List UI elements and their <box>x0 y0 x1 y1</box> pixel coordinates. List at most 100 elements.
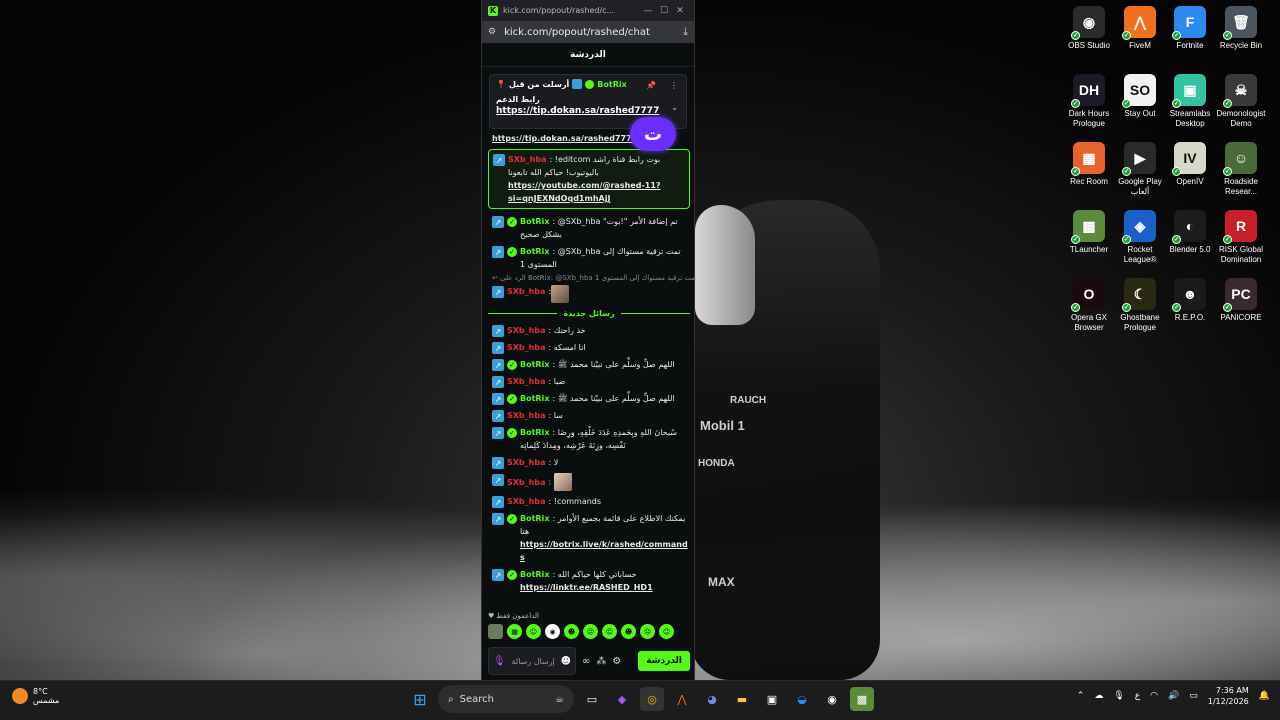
pinned-user[interactable]: BotRix <box>597 80 626 89</box>
emote-button[interactable] <box>488 624 503 639</box>
fivem-icon[interactable]: ⋀ <box>670 687 694 711</box>
desktop-icon[interactable]: ☺ ✓ Roadside Resear... <box>1215 142 1267 197</box>
desktop-icon[interactable]: ☻ ✓ R.E.P.O. <box>1164 278 1216 323</box>
message-user[interactable]: SXb_hba <box>507 478 545 487</box>
message-user[interactable]: SXb_hba <box>507 343 545 352</box>
desktop-icon[interactable]: ◐ ✓ Blender 5.0 <box>1164 210 1216 255</box>
desktop-icon[interactable]: O ✓ Opera GX Browser <box>1063 278 1115 333</box>
tlauncher-icon[interactable]: ▩ <box>850 687 874 711</box>
message-user[interactable]: BotRix <box>520 570 549 579</box>
emote-button[interactable]: ☺ <box>659 624 674 639</box>
chevron-up-icon[interactable]: ⌃ <box>1077 691 1085 701</box>
desktop-icon[interactable]: ☠ ✓ Demonologist Demo <box>1215 74 1267 129</box>
message-user[interactable]: SXb_hba <box>507 458 545 467</box>
message-link[interactable]: https://tip.dokan.sa/rashed7777 <box>492 134 637 143</box>
wifi-icon[interactable]: ◠ <box>1150 691 1158 701</box>
start-icon[interactable]: ⊞ <box>408 687 432 711</box>
desktop-icon[interactable]: ▶ ✓ Google Play ألعاب <box>1114 142 1166 197</box>
chat-message: ↗ SXb_hba: انا امسكه <box>482 339 696 356</box>
emote-button[interactable]: ☺ <box>602 624 617 639</box>
emote-button[interactable]: ☺ <box>526 624 541 639</box>
maximize-button[interactable]: ☐ <box>656 6 672 16</box>
emote-button[interactable]: ▦ <box>507 624 522 639</box>
message-user[interactable]: SXb_hba <box>507 497 545 506</box>
message-user[interactable]: SXb_hba <box>507 285 545 298</box>
message-user[interactable]: BotRix <box>520 360 549 369</box>
desktop-icon[interactable]: ◉ ✓ OBS Studio <box>1063 6 1115 51</box>
language-indicator[interactable]: ع <box>1135 691 1140 701</box>
volume-icon[interactable]: 🔊 <box>1168 691 1179 701</box>
tip-floating-button[interactable]: ت <box>630 117 676 151</box>
pinned-link[interactable]: https://tip.dokan.sa/rashed7777 <box>496 106 680 116</box>
desktop-icon-label: TLauncher <box>1069 245 1109 254</box>
message-user[interactable]: SXb_hba <box>507 326 545 335</box>
emote-button[interactable]: ☹ <box>583 624 598 639</box>
desktop-icon[interactable]: ▣ ✓ Streamlabs Desktop <box>1164 74 1216 129</box>
url-text[interactable]: kick.com/popout/rashed/chat <box>504 27 683 38</box>
message-link[interactable]: https://linktr.ee/RASHED_HD1 <box>520 583 653 592</box>
desktop-icon[interactable]: ◈ ✓ Rocket League® <box>1114 210 1166 265</box>
desktop-icon[interactable]: ▩ ✓ TLauncher <box>1063 210 1115 255</box>
desktop-icon[interactable]: ⋀ ✓ FiveM <box>1114 6 1166 51</box>
desktop-icon[interactable]: 🗑 ✓ Recycle Bin <box>1215 6 1267 51</box>
copilot-icon[interactable]: ◆ <box>610 687 634 711</box>
window-titlebar[interactable]: K kick.com/popout/rashed/c... — ☐ ✕ <box>482 0 694 21</box>
chrome-icon[interactable]: ◎ <box>640 687 664 711</box>
desktop-icon[interactable]: IV ✓ OpenIV <box>1164 142 1216 187</box>
minimize-button[interactable]: — <box>640 6 656 16</box>
weather-widget[interactable]: 8°C مشمس <box>12 687 59 705</box>
chevron-down-icon[interactable]: ⌄ <box>671 103 678 112</box>
discord-icon[interactable]: ◕ <box>700 687 724 711</box>
desktop-icon[interactable]: SO ✓ Stay Out <box>1114 74 1166 119</box>
message-user[interactable]: BotRix <box>520 514 549 523</box>
cloud-icon[interactable]: ☁ <box>1094 691 1103 701</box>
desktop-icon[interactable]: ☾ ✓ Ghostbane Prologue <box>1114 278 1166 333</box>
desktop-icon[interactable]: PC ✓ PANICORE <box>1215 278 1267 323</box>
search-box[interactable]: ⌕ Search ☕ <box>438 685 574 713</box>
message-user[interactable]: BotRix <box>520 217 549 226</box>
desktop-icon[interactable]: ▦ ✓ Rec Room <box>1063 142 1115 187</box>
message-user[interactable]: SXb_hba <box>508 155 546 164</box>
download-icon[interactable]: ⤓ <box>683 25 688 39</box>
more-options-icon[interactable]: ⋮ <box>670 81 678 90</box>
pin-icon[interactable]: 📌 <box>646 81 656 90</box>
message-user[interactable]: SXb_hba <box>507 377 545 386</box>
emote-button[interactable]: ☻ <box>564 624 579 639</box>
settings-icon[interactable]: ⚙ <box>612 656 621 667</box>
desktop-icon[interactable]: DH ✓ Dark Hours Prologue <box>1063 74 1115 129</box>
message-user[interactable]: BotRix <box>520 394 549 403</box>
message-user[interactable]: BotRix <box>520 428 549 437</box>
reply-preview[interactable]: ↩ الرد على BotRix: @SXb_hba تمت ترقية مس… <box>482 273 696 283</box>
message-user[interactable]: BotRix <box>520 247 549 256</box>
share-icon[interactable]: ⁂ <box>596 656 606 667</box>
send-chat-button[interactable]: الدردشة <box>638 651 690 671</box>
message-user[interactable]: SXb_hba <box>507 411 545 420</box>
desktop-icon-label: Google Play ألعاب <box>1118 177 1162 196</box>
clock[interactable]: 7:36 AM 1/12/2026 <box>1208 685 1249 707</box>
edge-icon[interactable]: ◒ <box>790 687 814 711</box>
message-link[interactable]: https://youtube.com/@rashed-11?si=qnJEXN… <box>508 181 661 203</box>
desktop-icon-label: Rec Room <box>1070 177 1108 186</box>
chat-message: ↗ ✓ BotRix: @SXb_hba تمت ترقية مستواك إل… <box>482 243 696 273</box>
battery-icon[interactable]: ▭ <box>1189 691 1198 701</box>
emote-button[interactable]: ◉ <box>545 624 560 639</box>
microphone-icon[interactable]: 🎙 <box>493 656 506 667</box>
address-bar[interactable]: ⚙ kick.com/popout/rashed/chat ⤓ <box>482 21 694 43</box>
message-link[interactable]: https://botrix.live/k/rashed/commands <box>520 540 688 562</box>
site-settings-icon[interactable]: ⚙ <box>488 27 496 37</box>
obs-icon[interactable]: ◉ <box>820 687 844 711</box>
microphone-icon[interactable]: 🎙 <box>1113 691 1124 701</box>
message-input[interactable]: 🎙 إرسال رسالة ☻ <box>488 647 576 675</box>
notification-icon[interactable]: 🔔 <box>1259 691 1270 701</box>
desktop-icon[interactable]: F ✓ Fortnite <box>1164 6 1216 51</box>
emote-button[interactable]: ☻ <box>621 624 636 639</box>
desktop-icon[interactable]: R ✓ RISK Global Domination <box>1215 210 1267 265</box>
file-explorer-icon[interactable]: ▬ <box>730 687 754 711</box>
task-view-icon[interactable]: ▭ <box>580 687 604 711</box>
emoji-icon[interactable]: ☻ <box>561 656 571 667</box>
taskbar: 8°C مشمس ⊞ ⌕ Search ☕ ▭ ◆ ◎ ⋀ ◕ ▬ ▣ ◒ ◉ … <box>0 680 1280 720</box>
close-button[interactable]: ✕ <box>672 6 688 16</box>
emote-button[interactable]: ☹ <box>640 624 655 639</box>
infinity-icon[interactable]: ∞ <box>582 656 590 667</box>
store-icon[interactable]: ▣ <box>760 687 784 711</box>
